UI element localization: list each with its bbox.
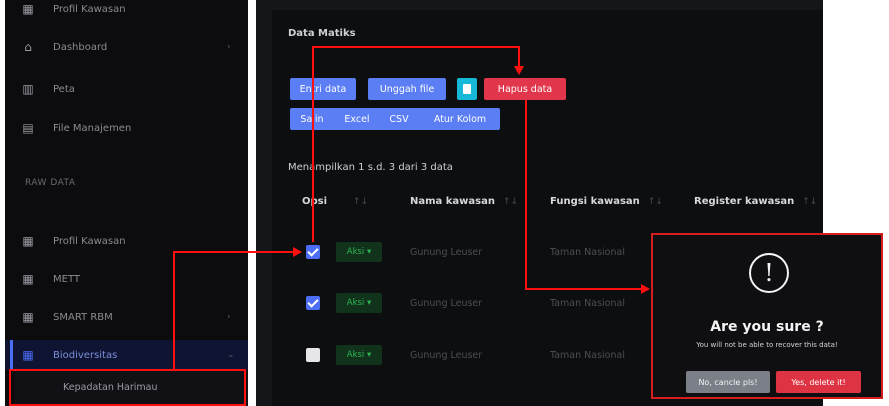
sidebar-item-label: Profil Kawasan	[53, 235, 126, 247]
sort-icon: ↑↓	[802, 197, 818, 207]
sort-icon: ↑↓	[647, 197, 663, 207]
section-heading-raw-data: RAW DATA	[25, 178, 76, 188]
chevron-right-icon: ›	[227, 312, 231, 322]
sidebar-item-profil-kawasan-top[interactable]: ▦ Profil Kawasan	[5, 0, 248, 24]
row-checkbox[interactable]	[306, 245, 320, 259]
annotation-line	[525, 100, 527, 290]
annotation-arrow-right	[641, 284, 650, 294]
home-icon: ⌂	[24, 40, 32, 54]
cell-nama-kawasan: Gunung Leuser	[410, 247, 483, 258]
file-export-button[interactable]	[457, 78, 477, 100]
hapus-data-button[interactable]: Hapus data	[484, 78, 566, 100]
sidebar-item-label: SMART RBM	[53, 311, 113, 323]
card-title: Data Matiks	[288, 28, 356, 39]
annotation-line	[525, 288, 643, 290]
chevron-down-icon: ⌄	[227, 350, 235, 360]
unggah-file-button[interactable]: Unggah file	[368, 78, 446, 100]
sidebar-item-label: Peta	[53, 83, 75, 95]
dialog-message: You will not be able to recover this dat…	[696, 341, 838, 349]
annotation-line	[173, 251, 175, 370]
confirm-delete-dialog: ! Are you sure ? You will not be able to…	[651, 233, 883, 399]
grid-icon: ▦	[22, 272, 34, 286]
grid-icon: ▦	[22, 2, 34, 16]
aksi-dropdown[interactable]: Aksi ▾	[336, 293, 382, 313]
sidebar-item-dashboard[interactable]: ⌂ Dashboard ›	[5, 32, 248, 62]
grid-icon: ▦	[22, 348, 34, 362]
sidebar-item-label: Dashboard	[53, 41, 108, 53]
warning-icon: !	[749, 253, 789, 293]
cell-fungsi-kawasan: Taman Nasional	[550, 298, 625, 309]
column-header-label: Fungsi kawasan	[550, 196, 640, 207]
row-checkbox[interactable]	[306, 348, 320, 362]
map-icon: ▥	[22, 82, 34, 96]
sidebar-item-biodiversitas[interactable]: ▦ Biodiversitas ⌄	[5, 340, 248, 370]
cell-nama-kawasan: Gunung Leuser	[410, 350, 483, 361]
cell-nama-kawasan: Gunung Leuser	[410, 298, 483, 309]
sidebar-item-label: Biodiversitas	[53, 349, 118, 361]
column-header-nama-kawasan[interactable]: Nama kawasan ↑↓	[410, 196, 518, 207]
grid-icon: ▦	[22, 310, 34, 324]
entri-data-button[interactable]: Entri data	[290, 78, 356, 100]
sort-icon: ↑↓	[502, 197, 519, 207]
column-header-label: Opsi	[302, 196, 328, 207]
sidebar-item-label: METT	[53, 273, 80, 285]
sort-icon: ↑↓	[353, 197, 369, 207]
atur-kolom-button[interactable]: Atur Kolom	[420, 108, 500, 130]
sidebar-item-mett[interactable]: ▦ METT	[5, 264, 248, 294]
archive-icon: ▤	[22, 121, 34, 135]
cancel-button[interactable]: No, cancle pls!	[686, 371, 770, 393]
aksi-dropdown[interactable]: Aksi ▾	[336, 345, 382, 365]
annotation-line	[312, 46, 520, 48]
annotation-arrow-right	[293, 247, 302, 257]
aksi-dropdown[interactable]: Aksi ▾	[336, 242, 382, 262]
excel-button[interactable]: Excel	[336, 108, 378, 130]
active-indicator	[10, 340, 13, 370]
column-header-fungsi-kawasan[interactable]: Fungsi kawasan ↑↓	[550, 196, 663, 207]
sidebar-item-smart-rbm[interactable]: ▦ SMART RBM ›	[5, 302, 248, 332]
column-header-label: Register kawasan	[694, 196, 795, 207]
sidebar-item-label: Profil Kawasan	[53, 3, 126, 15]
annotation-line	[518, 46, 520, 68]
column-header-label: Nama kawasan	[410, 196, 495, 207]
row-checkbox[interactable]	[306, 296, 320, 310]
sidebar-item-peta[interactable]: ▥ Peta	[5, 74, 248, 104]
cell-fungsi-kawasan: Taman Nasional	[550, 350, 625, 361]
annotation-box-subitem	[9, 369, 246, 406]
chevron-right-icon: ›	[227, 42, 231, 52]
column-header-register-kawasan[interactable]: Register kawasan ↑↓	[694, 196, 817, 207]
grid-icon: ▦	[22, 234, 34, 248]
sidebar: ▦ Profil Kawasan ⌂ Dashboard › ▥ Peta ▤ …	[5, 0, 248, 406]
file-icon	[463, 84, 471, 94]
cell-fungsi-kawasan: Taman Nasional	[550, 247, 625, 258]
sidebar-item-file-manajemen[interactable]: ▤ File Manajemen	[5, 113, 248, 143]
csv-button[interactable]: CSV	[380, 108, 418, 130]
annotation-arrow-down	[514, 66, 524, 75]
app-root: ▦ Profil Kawasan ⌂ Dashboard › ▥ Peta ▤ …	[0, 0, 889, 406]
annotation-line	[173, 251, 295, 253]
sidebar-item-label: File Manajemen	[53, 122, 132, 134]
confirm-delete-button[interactable]: Yes, delete it!	[776, 371, 861, 393]
annotation-line	[312, 46, 314, 242]
dialog-title: Are you sure ?	[710, 319, 824, 335]
